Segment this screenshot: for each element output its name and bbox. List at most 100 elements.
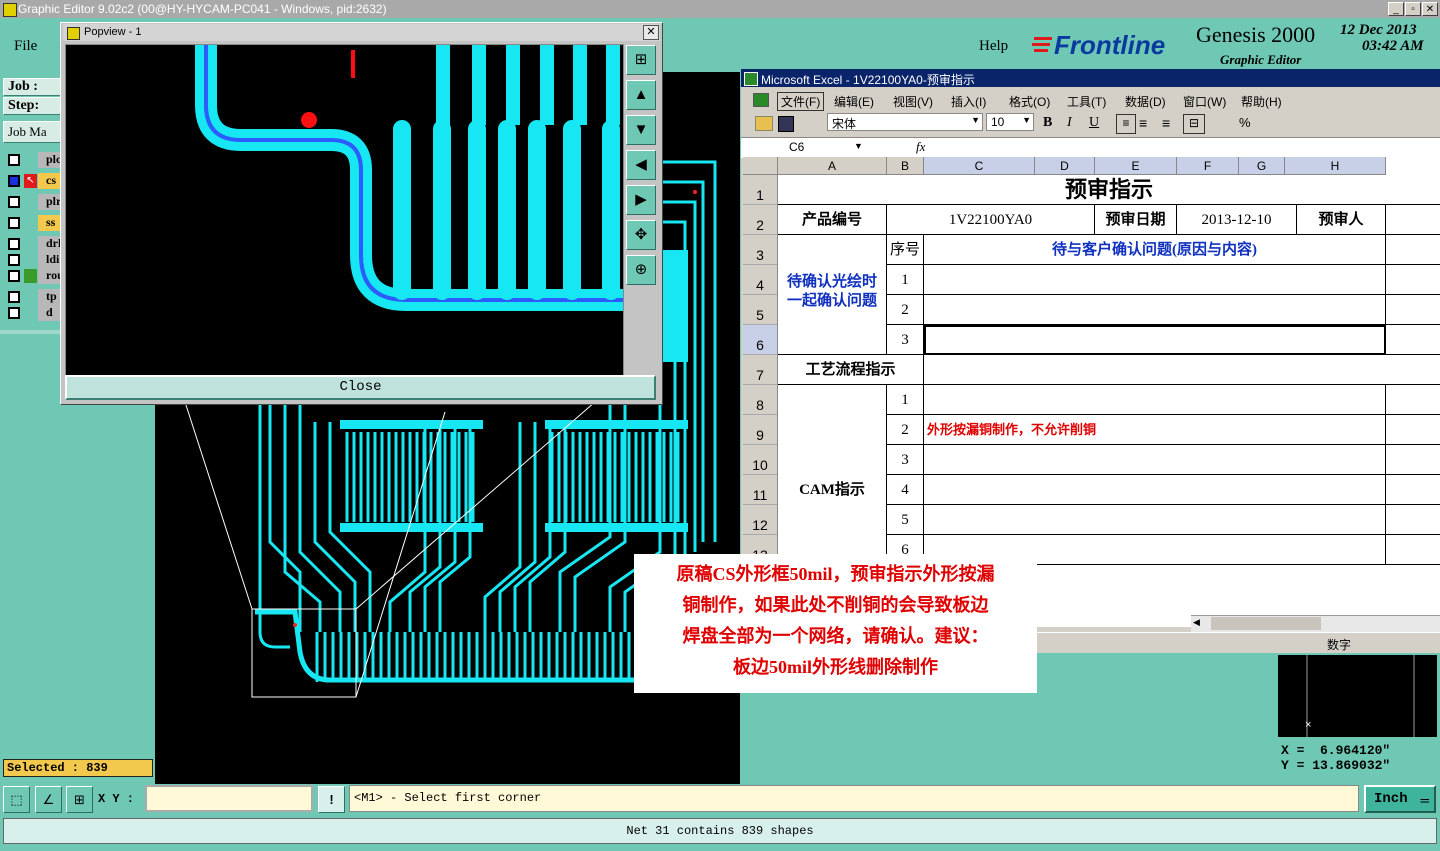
cam-instruction[interactable] xyxy=(924,385,1386,415)
mini-canvas[interactable]: × xyxy=(1278,655,1437,737)
cam-instruction[interactable] xyxy=(924,475,1386,505)
menu-help[interactable]: Help xyxy=(979,38,1008,55)
row-header[interactable]: 11 xyxy=(743,475,778,505)
review-date-label[interactable]: 预审日期 xyxy=(1095,205,1177,235)
italic-button[interactable]: I xyxy=(1067,115,1072,131)
bold-button[interactable]: B xyxy=(1043,115,1052,131)
row-header[interactable]: 12 xyxy=(743,505,778,535)
row-header[interactable]: 2 xyxy=(743,205,778,235)
issue-cell[interactable] xyxy=(924,325,1386,355)
scroll-left-icon[interactable]: ◀ xyxy=(1193,617,1200,628)
layer-checkbox[interactable] xyxy=(8,175,20,187)
close-window-button[interactable]: ✕ xyxy=(1422,2,1438,16)
column-header[interactable]: A xyxy=(778,157,887,175)
pan-up-button[interactable]: ▲ xyxy=(626,80,656,110)
open-icon[interactable] xyxy=(755,116,773,131)
seq-number[interactable]: 3 xyxy=(887,325,924,355)
cam-seq-number[interactable]: 5 xyxy=(887,505,924,535)
pan-down-button[interactable]: ▼ xyxy=(626,115,656,145)
extra-cell[interactable] xyxy=(1386,535,1440,565)
cam-seq-number[interactable]: 4 xyxy=(887,475,924,505)
cam-instruction[interactable]: 外形按漏铜制作，不允许削铜 xyxy=(924,415,1386,445)
extra-cell[interactable] xyxy=(1386,475,1440,505)
row-header[interactable]: 8 xyxy=(743,385,778,415)
process-value[interactable] xyxy=(924,355,1440,385)
extra-cell[interactable] xyxy=(1386,445,1440,475)
font-size-select[interactable]: 10 ▼ xyxy=(986,113,1034,131)
extra-cell[interactable] xyxy=(1386,295,1440,325)
confirm-issues-label[interactable]: 待确认光绘时 一起确认问题 xyxy=(778,235,887,355)
layer-checkbox[interactable] xyxy=(8,307,20,319)
layer-checkbox[interactable] xyxy=(8,254,20,266)
row-header[interactable]: 3 xyxy=(743,235,778,265)
row-header[interactable]: 6 xyxy=(743,325,778,355)
column-header[interactable]: B xyxy=(887,157,924,175)
maximize-button[interactable]: ▫ xyxy=(1405,2,1421,16)
excel-menu-item[interactable]: 窗口(W) xyxy=(1183,93,1226,110)
excel-menu-item[interactable]: 格式(O) xyxy=(1009,93,1050,110)
scroll-thumb[interactable] xyxy=(1211,617,1321,630)
excel-menu-item[interactable]: 编辑(E) xyxy=(834,93,874,110)
column-header[interactable]: C xyxy=(924,157,1035,175)
layer-checkbox[interactable] xyxy=(8,217,20,229)
zoom-in-button[interactable]: ✥ xyxy=(626,220,656,250)
excel-menu-item[interactable]: 工具(T) xyxy=(1067,93,1106,110)
column-header[interactable]: F xyxy=(1177,157,1239,175)
excel-menu-item[interactable]: 视图(V) xyxy=(893,93,933,110)
review-date-value[interactable]: 2013-12-10 xyxy=(1177,205,1297,235)
menu-file[interactable]: File xyxy=(14,38,37,55)
popview-close-icon[interactable]: ✕ xyxy=(643,25,659,40)
layer-checkbox[interactable] xyxy=(8,196,20,208)
align-left-icon[interactable]: ≡ xyxy=(1116,114,1136,134)
seq-header[interactable]: 序号 xyxy=(887,235,924,265)
reviewer-label[interactable]: 预审人 xyxy=(1297,205,1386,235)
extra-cell[interactable] xyxy=(1386,505,1440,535)
excel-menu-item[interactable]: 文件(F) xyxy=(777,92,825,111)
zoom-out-button[interactable]: ⊕ xyxy=(626,255,656,285)
column-header[interactable]: G xyxy=(1239,157,1285,175)
row-header[interactable]: 1 xyxy=(743,175,778,205)
product-no-value[interactable]: 1V22100YA0 xyxy=(887,205,1095,235)
save-icon[interactable] xyxy=(778,116,794,132)
layer-checkbox[interactable] xyxy=(8,154,20,166)
cam-instruction[interactable] xyxy=(924,445,1386,475)
snap-center-icon[interactable]: ⊞ xyxy=(66,786,93,813)
issue-cell[interactable] xyxy=(924,295,1386,325)
align-center-icon[interactable]: ≡ xyxy=(1139,115,1147,131)
extra-cell[interactable] xyxy=(1386,385,1440,415)
layer-checkbox[interactable] xyxy=(8,238,20,250)
reviewer-value[interactable] xyxy=(1386,205,1440,235)
row-header[interactable]: 7 xyxy=(743,355,778,385)
layer-checkbox[interactable] xyxy=(8,270,20,282)
layer-checkbox[interactable] xyxy=(8,291,20,303)
chevron-down-icon[interactable]: ▼ xyxy=(854,141,863,151)
sheet-title[interactable]: 预审指示 xyxy=(778,175,1440,205)
xy-input[interactable] xyxy=(145,785,313,812)
excel-menu-item[interactable]: 帮助(H) xyxy=(1241,93,1282,110)
popview-title-bar[interactable]: Popview - 1 ✕ xyxy=(63,24,660,41)
cam-seq-number[interactable]: 3 xyxy=(887,445,924,475)
row-header[interactable]: 10 xyxy=(743,445,778,475)
process-label[interactable]: 工艺流程指示 xyxy=(778,355,924,385)
cam-instruction[interactable] xyxy=(924,505,1386,535)
merge-center-icon[interactable]: ⊟ xyxy=(1183,114,1205,134)
issue-header[interactable]: 待与客户确认问题(原因与内容) xyxy=(924,235,1386,265)
popview-canvas[interactable] xyxy=(65,44,624,376)
snap-angle-icon[interactable]: ∠ xyxy=(35,786,62,813)
column-header[interactable]: H xyxy=(1285,157,1386,175)
align-right-icon[interactable]: ≡ xyxy=(1162,115,1170,131)
font-select[interactable]: 宋体 ▼ xyxy=(827,113,983,131)
pan-left-button[interactable]: ◀ xyxy=(626,150,656,180)
seq-number[interactable]: 1 xyxy=(887,265,924,295)
exclaim-button[interactable]: ! xyxy=(318,786,345,813)
cam-seq-number[interactable]: 2 xyxy=(887,415,924,445)
pan-right-button[interactable]: ▶ xyxy=(626,185,656,215)
column-header[interactable]: D xyxy=(1035,157,1095,175)
seq-number[interactable]: 2 xyxy=(887,295,924,325)
minimize-button[interactable]: _ xyxy=(1388,2,1404,16)
percent-icon[interactable]: % xyxy=(1239,115,1251,130)
snap-grid-icon[interactable]: ⬚ xyxy=(3,786,30,813)
excel-menu-item[interactable]: 插入(I) xyxy=(951,93,986,110)
extra-cell[interactable] xyxy=(1386,415,1440,445)
row-header[interactable]: 4 xyxy=(743,265,778,295)
